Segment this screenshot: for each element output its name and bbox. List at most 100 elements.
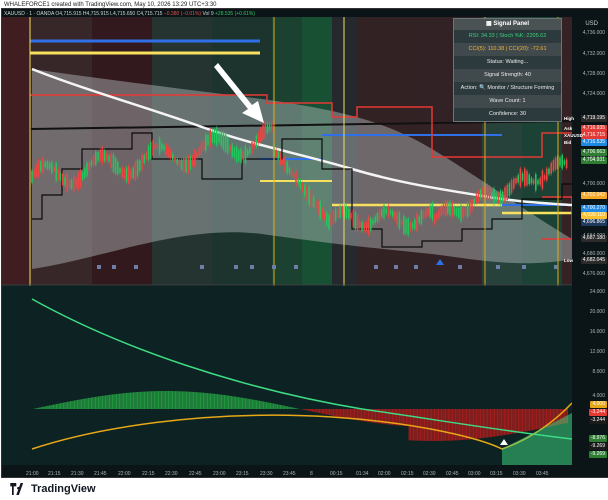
oscillator-histogram-bar xyxy=(186,391,188,409)
candle-body xyxy=(497,193,500,203)
candle-body xyxy=(282,159,284,164)
oscillator-histogram-bar xyxy=(145,391,147,409)
oscillator-histogram-bar xyxy=(473,409,475,440)
rsi-readout: RSI: 34.33 | Stoch %K: 2205.62 xyxy=(468,33,547,39)
candle-body xyxy=(400,221,403,226)
oscillator-histogram-bar xyxy=(237,397,239,409)
oscillator-histogram-bar xyxy=(223,395,225,409)
time-axis-label: 03:45 xyxy=(536,471,549,477)
oscillator-histogram-bar xyxy=(271,403,273,409)
candle-body xyxy=(405,219,407,234)
signal-marker xyxy=(522,265,526,269)
candle-body xyxy=(70,179,73,189)
oscillator-histogram-bar xyxy=(401,409,403,426)
oscillator-histogram-bar xyxy=(337,409,339,417)
candle-body xyxy=(323,213,326,220)
oscillator-histogram-bar xyxy=(149,391,151,409)
candle-body xyxy=(554,157,557,170)
oscillator-histogram-bar xyxy=(117,393,119,409)
candle-body xyxy=(114,157,117,174)
time-axis-label: 01:34 xyxy=(356,471,369,477)
oscillator-histogram-bar xyxy=(258,400,260,409)
candle-body xyxy=(550,163,552,174)
oscillator-histogram-bar xyxy=(431,409,433,441)
candle-body xyxy=(539,178,541,185)
tradingview-footer[interactable]: TradingView xyxy=(8,481,96,497)
oscillator-histogram-bar xyxy=(478,409,480,439)
symbol-name[interactable]: XAUUSD · 1 · OANDA xyxy=(4,11,54,17)
oscillator-histogram-bar xyxy=(208,393,210,409)
candle-body xyxy=(176,158,178,165)
oscillator-histogram-bar xyxy=(111,394,113,409)
candle-body xyxy=(385,208,387,214)
candle-body xyxy=(537,180,539,185)
oscillator-histogram-bar xyxy=(188,391,190,409)
oscillator-histogram-bar xyxy=(82,398,84,409)
candle-body xyxy=(84,167,86,178)
tradingview-logo-icon xyxy=(10,483,24,495)
oscillator-histogram-bar xyxy=(319,409,321,414)
candle-body xyxy=(447,202,449,214)
oscillator-histogram-bar xyxy=(333,409,335,416)
price-tag-caption: Ask xyxy=(564,126,573,131)
oscillator-histogram-bar xyxy=(470,409,472,440)
candle-body xyxy=(167,147,170,157)
price-tag: 4,687.180 xyxy=(580,235,607,242)
oscillator-histogram-bar xyxy=(456,409,458,441)
oscillator-histogram-bar xyxy=(403,409,405,426)
candle-body xyxy=(409,222,412,231)
candle-body xyxy=(213,129,216,144)
oscillator-histogram-bar xyxy=(198,392,200,409)
candle-body xyxy=(561,155,563,169)
candle-body xyxy=(317,200,319,215)
candle-body xyxy=(194,149,196,167)
candle-body xyxy=(227,137,229,154)
oscillator-histogram-bar xyxy=(435,409,437,441)
oscillator-histogram-bar xyxy=(410,409,412,441)
candle-body xyxy=(108,155,110,162)
oscillator-histogram-bar xyxy=(309,409,311,412)
candle-body xyxy=(444,200,447,216)
oscillator-histogram-bar xyxy=(132,392,134,409)
candle-body xyxy=(449,201,451,216)
signal-marker xyxy=(394,265,398,269)
candle-body xyxy=(242,150,244,161)
oscillator-histogram-bar xyxy=(100,396,102,409)
oscillator-histogram-bar xyxy=(131,392,133,409)
oscillator-histogram-bar xyxy=(65,402,67,409)
oscillator-histogram-bar xyxy=(278,404,280,409)
candle-body xyxy=(132,167,134,178)
chart-frame[interactable]: XAUUSD · 1 · OANDA O4,715.915 H4,715.915… xyxy=(1,8,608,478)
signal-marker xyxy=(250,265,254,269)
candle-body xyxy=(64,177,66,186)
oscillator-axis-label: 8.000 xyxy=(592,369,605,375)
candle-body xyxy=(224,134,227,153)
candle-body xyxy=(40,161,42,172)
candle-body xyxy=(293,173,295,179)
oscillator-histogram-bar xyxy=(270,402,272,409)
oscillator-histogram-bar xyxy=(197,392,199,409)
candle-body xyxy=(134,161,137,180)
oscillator-histogram-bar xyxy=(205,392,207,409)
candle-body xyxy=(510,180,513,193)
oscillator-histogram-bar xyxy=(428,409,430,441)
candle-body xyxy=(165,144,167,156)
time-axis-label: 02:45 xyxy=(446,471,459,477)
oscillator-histogram-bar xyxy=(331,409,333,416)
oscillator-histogram-bar xyxy=(222,394,224,409)
oscillator-histogram-bar xyxy=(89,397,91,409)
candle-body xyxy=(139,160,141,171)
candle-body xyxy=(97,152,99,161)
oscillator-histogram-bar xyxy=(55,404,57,409)
price-axis-label: 4,700.000 xyxy=(582,181,605,187)
oscillator-histogram-bar xyxy=(527,409,529,431)
oscillator-histogram-bar xyxy=(79,399,81,409)
oscillator-histogram-bar xyxy=(484,409,486,438)
oscillator-histogram-bar xyxy=(247,398,249,409)
candle-body xyxy=(59,173,62,181)
candle-body xyxy=(279,153,282,165)
candle-body xyxy=(156,143,159,149)
time-axis-label: 8 xyxy=(310,471,313,477)
oscillator-axis-label: 12.000 xyxy=(589,349,605,355)
time-axis-label: 21:30 xyxy=(71,471,84,477)
